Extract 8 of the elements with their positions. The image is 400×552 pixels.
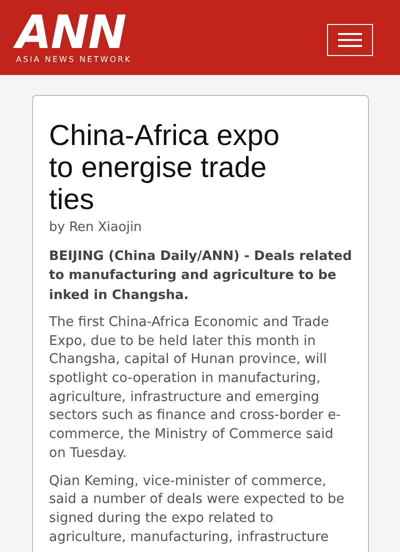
- logo-tagline: ASIA NEWS NETWORK: [16, 55, 132, 64]
- menu-icon: [338, 32, 362, 46]
- article-paragraph: The first China-Africa Economic and Trade Expo, due to be held later this month in Changsha, capital of Hunan province, will spotlight co-operation in manufacturing, agriculture, infrastructure and emerging sectors such as finance and cross-border e-commerce, the Ministry of Commerce said on Tuesday.: [49, 314, 342, 463]
- article-lead: BEIJING (China Daily/ANN) - Deals related to manufacturing and agriculture to be inked in Changsha.: [49, 248, 353, 305]
- menu-button[interactable]: [327, 24, 373, 56]
- article-title: China-Africa expo to energise trade ties: [49, 120, 280, 216]
- byline: by Ren Xiaojin: [49, 220, 143, 235]
- article-paragraph: Qian Keming, vice-minister of commerce, said a number of deals were expected to be signed during the expo related to agriculture, manufacturing, infrastructure: [49, 472, 346, 547]
